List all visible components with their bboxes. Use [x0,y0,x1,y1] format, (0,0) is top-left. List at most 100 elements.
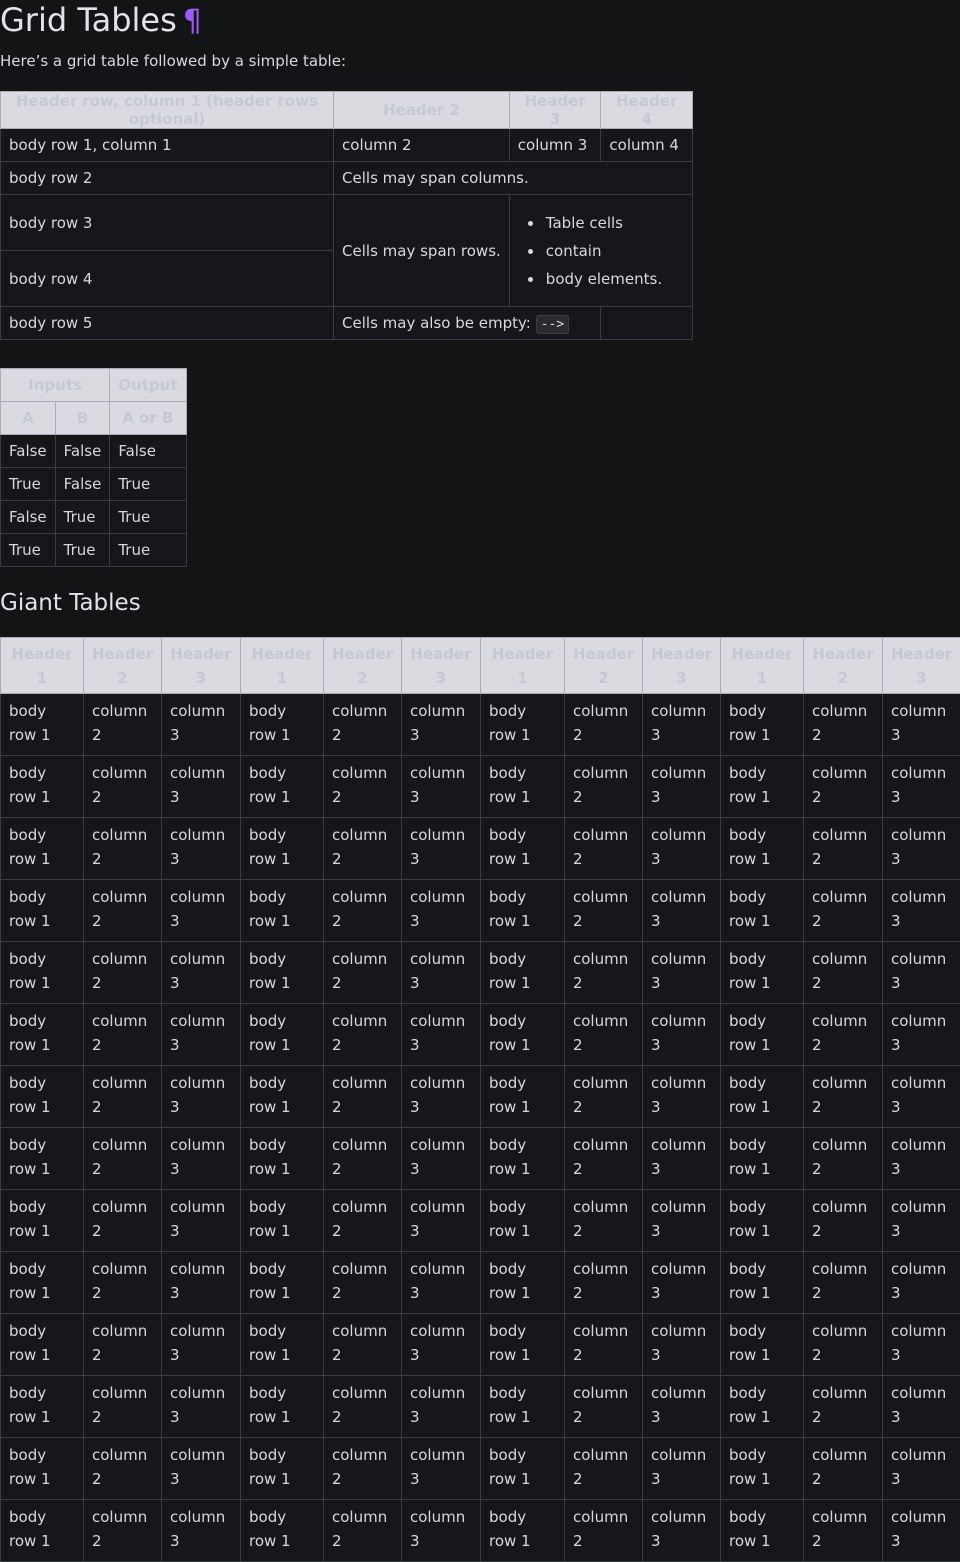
table-cell: column 2 [804,756,883,818]
grid-header-1: Header row, column 1 (header rows option… [1,92,334,129]
simple-table-group-header-row: Inputs Output [1,369,187,402]
grid-header-3: Header 3 [509,92,601,129]
table-cell: body row 1 [1,1438,84,1500]
table-cell: body row 1 [1,818,84,880]
giant-header: Header 1 [481,638,565,694]
table-cell: column 3 [402,1438,481,1500]
grid-header-4: Header 4 [601,92,693,129]
table-cell: column 3 [643,1438,721,1500]
table-cell: column 2 [324,1128,402,1190]
table-cell: column 2 [84,1128,162,1190]
table-cell: column 2 [804,1500,883,1562]
table-cell: column 3 [162,880,241,942]
table-cell: column 3 [402,1128,481,1190]
table-cell: False [1,501,56,534]
table-cell: body row 4 [1,251,334,307]
table-cell: column 2 [804,694,883,756]
table-row: body row 1column 2column 3body row 1colu… [1,942,960,1004]
giant-header: Header 3 [883,638,960,694]
table-row: body row 1column 2column 3body row 1colu… [1,1066,960,1128]
table-row: body row 1column 2column 3body row 1colu… [1,1314,960,1376]
table-cell: body row 1 [481,1190,565,1252]
table-cell: column 2 [565,942,643,1004]
table-cell: column 2 [84,880,162,942]
table-cell: column 2 [324,694,402,756]
grid-header-2: Header 2 [334,92,510,129]
table-cell: body row 1 [241,1314,324,1376]
table-cell: column 2 [324,1376,402,1438]
table-cell: column 3 [162,756,241,818]
table-cell: column 2 [84,1376,162,1438]
table-row: body row 1column 2column 3body row 1colu… [1,1438,960,1500]
table-cell: body row 1 [241,942,324,1004]
table-cell: column 2 [565,880,643,942]
table-cell: column 3 [643,1004,721,1066]
giant-header: Header 3 [402,638,481,694]
table-cell: column 2 [84,1004,162,1066]
table-cell: column 3 [643,1190,721,1252]
table-cell: column 2 [804,818,883,880]
table-row: body row 5 Cells may also be empty: --> [1,307,693,340]
table-cell: column 3 [883,1376,960,1438]
table-row: True False True [1,468,187,501]
table-cell: column 3 [883,1066,960,1128]
table-cell: column 4 [601,129,693,162]
table-cell: column 3 [162,1314,241,1376]
giant-header: Header 2 [804,638,883,694]
table-row: body row 1column 2column 3body row 1colu… [1,1004,960,1066]
table-cell: column 2 [324,942,402,1004]
empty-cell [601,307,693,340]
table-cell: column 3 [402,880,481,942]
table-cell: column 2 [84,942,162,1004]
table-row: body row 1column 2column 3body row 1colu… [1,1128,960,1190]
output-header: Output [110,369,186,402]
table-cell: column 3 [402,1252,481,1314]
table-cell: column 3 [883,818,960,880]
table-cell: column 2 [84,1500,162,1562]
table-cell: True [55,534,110,567]
table-cell: body row 1 [1,756,84,818]
table-cell: column 3 [402,942,481,1004]
table-cell: column 3 [162,1376,241,1438]
table-cell: column 2 [565,818,643,880]
table-cell: column 3 [162,1190,241,1252]
table-cell: column 2 [84,1066,162,1128]
table-cell: column 3 [162,1438,241,1500]
table-cell: body row 1 [241,756,324,818]
table-cell: body row 1 [241,880,324,942]
table-cell: column 3 [162,1252,241,1314]
giant-header: Header 1 [241,638,324,694]
table-cell: body row 1 [241,1066,324,1128]
table-cell: column 2 [565,1376,643,1438]
table-row: body row 1, column 1 column 2 column 3 c… [1,129,693,162]
table-cell: column 3 [162,942,241,1004]
header-a-or-b: A or B [110,402,186,435]
table-cell: column 2 [84,756,162,818]
table-cell: column 2 [804,1128,883,1190]
table-cell: column 3 [883,1438,960,1500]
table-cell: column 3 [162,694,241,756]
table-cell: body row 1 [241,818,324,880]
table-cell: body row 1 [481,818,565,880]
table-cell: body row 5 [1,307,334,340]
table-cell: column 3 [162,1128,241,1190]
table-cell: body row 1 [721,1190,804,1252]
table-cell-rowspan: Cells may span rows. [334,195,510,307]
table-cell: column 3 [643,1500,721,1562]
giant-header: Header 2 [565,638,643,694]
simple-table: Inputs Output A B A or B False False Fal… [0,368,187,567]
table-cell: column 3 [162,1500,241,1562]
table-cell: column 3 [883,1190,960,1252]
table-cell: True [1,534,56,567]
table-cell: body row 1 [1,942,84,1004]
table-row: body row 1column 2column 3body row 1colu… [1,1500,960,1562]
table-cell: column 3 [883,880,960,942]
table-cell: body row 1 [721,1314,804,1376]
table-cell: True [110,534,186,567]
table-cell: body row 1 [721,756,804,818]
list-item: Table cells [544,209,684,237]
table-cell: column 2 [804,1438,883,1500]
table-cell: column 2 [84,1438,162,1500]
pilcrow-icon[interactable]: ¶ [183,4,202,39]
table-cell: body row 1 [481,756,565,818]
